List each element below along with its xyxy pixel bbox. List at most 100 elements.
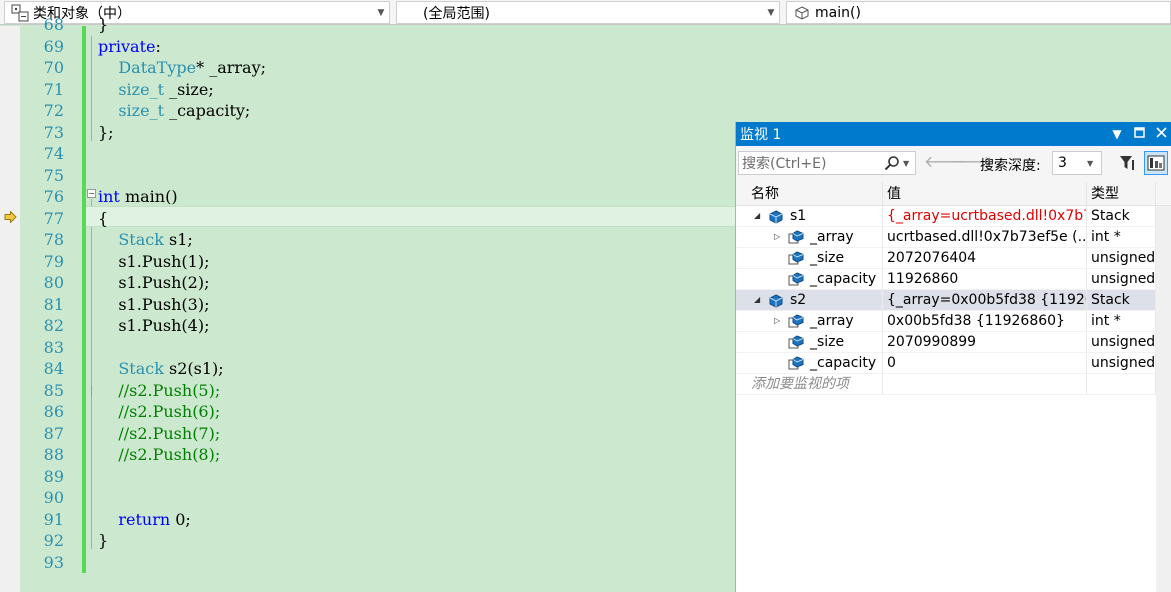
watch-cell-name[interactable]: ◢ s2 <box>736 290 883 311</box>
chevron-down-icon[interactable]: ▼ <box>763 8 779 18</box>
code-token: s1.Push(2); <box>98 273 210 292</box>
code-line[interactable]: int main() <box>98 186 178 208</box>
line-number: 85 <box>43 380 64 400</box>
watch-row[interactable]: ◢ s1 {_array=ucrtbased.dll!0x7b73ef5e {...… <box>736 206 1156 227</box>
line-number: 76 <box>43 187 64 206</box>
watch-cell-name[interactable]: _size <box>736 332 883 353</box>
line-number: 80 <box>43 273 64 292</box>
code-line[interactable]: s1.Push(2); <box>98 272 209 294</box>
watch-cell-value[interactable]: ucrtbased.dll!0x7b73ef5e (... <box>883 227 1087 248</box>
code-line[interactable]: s1.Push(3); <box>98 294 209 316</box>
add-watch-row[interactable]: 添加要监视的项 <box>736 374 1156 395</box>
watch-name-label: _capacity <box>810 271 877 287</box>
watch-row[interactable]: _capacity 0unsigned int <box>736 353 1156 374</box>
watch-row[interactable]: _size 2070990899unsigned int <box>736 332 1156 353</box>
watch-cell-name[interactable]: _capacity <box>736 353 883 374</box>
code-token: s1.Push(1); <box>98 251 210 271</box>
add-watch-placeholder[interactable]: 添加要监视的项 <box>736 374 883 395</box>
hexadecimal-display-button[interactable] <box>1144 151 1168 175</box>
code-line[interactable]: }; <box>98 122 114 144</box>
code-line[interactable]: return 0; <box>98 509 190 531</box>
watch-cell-value[interactable]: 2070990899 <box>883 332 1087 353</box>
watch-row[interactable]: ▷ _array 0x00b5fd38 {11926860} int * <box>736 311 1156 332</box>
watch-cell-type <box>1087 374 1156 395</box>
chevron-down-icon[interactable]: ▼ <box>1087 159 1101 168</box>
watch-row[interactable]: ▷ _array ucrtbased.dll!0x7b73ef5e (... int … <box>736 227 1156 248</box>
code-line[interactable]: s1.Push(4); <box>98 315 209 337</box>
code-token: int <box>98 187 120 206</box>
code-token: Stack <box>118 359 164 378</box>
code-line[interactable]: } <box>98 14 108 36</box>
code-token: } <box>98 15 109 34</box>
code-line[interactable]: { <box>98 208 108 230</box>
watch-row[interactable]: _size 2072076404unsigned int <box>736 248 1156 269</box>
watch-cell-value[interactable]: 0 <box>883 353 1087 374</box>
watch-search-placeholder: 搜索(Ctrl+E) <box>742 156 827 172</box>
watch-cell-value[interactable]: {_array=0x00b5fd38 {11926860} ...} <box>883 290 1087 311</box>
maximize-icon[interactable] <box>1128 127 1150 141</box>
code-line[interactable]: } <box>98 530 108 552</box>
line-number: 81 <box>43 294 64 314</box>
close-icon[interactable] <box>1150 127 1171 141</box>
search-depth-combo[interactable]: 3 ▼ <box>1052 151 1102 175</box>
code-line[interactable]: Stack s1; <box>98 229 192 251</box>
column-header-name[interactable]: 名称 <box>747 182 883 206</box>
line-number: 82 <box>43 316 64 335</box>
watch-cell-value[interactable]: 2072076404 <box>883 248 1087 269</box>
watch-name-label: _array <box>810 313 854 329</box>
code-line[interactable]: private: <box>98 36 161 58</box>
watch-vertical-scrollbar[interactable] <box>1156 206 1171 592</box>
watch-title-bar[interactable]: 监视 1 ▼ <box>736 122 1171 146</box>
column-header-value[interactable]: 值 <box>883 182 1087 206</box>
watch-cell-value[interactable]: 0x00b5fd38 {11926860} <box>883 311 1087 332</box>
code-line[interactable]: size_t _size; <box>98 79 213 101</box>
code-line[interactable]: //s2.Push(6); <box>98 401 220 423</box>
expand-arrow-icon[interactable]: ▷ <box>774 232 780 242</box>
watch-cell-name[interactable]: ▷ _array <box>736 311 883 332</box>
watch-cell-name[interactable]: _capacity <box>736 269 883 290</box>
watch-cell-name[interactable]: _size <box>736 248 883 269</box>
line-number: 90 <box>43 488 64 507</box>
indicator-margin[interactable] <box>0 26 20 592</box>
code-line[interactable]: //s2.Push(5); <box>98 380 220 402</box>
search-icon[interactable] <box>881 155 903 171</box>
code-line[interactable]: DataType* _array; <box>98 57 266 79</box>
code-token: * _array; <box>196 58 266 77</box>
column-header-type[interactable]: 类型 <box>1087 182 1156 206</box>
watch-cell-value[interactable]: 11926860 <box>883 269 1087 290</box>
code-line[interactable]: //s2.Push(8); <box>98 444 220 466</box>
code-token: s2(s1); <box>163 359 224 378</box>
window-menu-dropdown-icon[interactable]: ▼ <box>1106 127 1128 141</box>
expand-arrow-icon[interactable]: ▷ <box>774 316 780 326</box>
chevron-down-icon[interactable]: ▼ <box>373 8 389 18</box>
navigation-bar: 类和对象（中） ▼ (全局范围) ▼ main() <box>0 0 1171 25</box>
chevron-down-icon[interactable]: ▼ <box>903 159 915 168</box>
watch-cell-name[interactable]: ◢ s1 <box>736 206 883 227</box>
watch-cell-value[interactable]: {_array=ucrtbased.dll!0x7b73ef5e {...} _… <box>883 206 1087 227</box>
outline-fold-line <box>91 386 92 396</box>
watch-cell-name[interactable]: ▷ _array <box>736 227 883 248</box>
line-number: 73 <box>43 122 64 142</box>
collapse-arrow-icon[interactable]: ◢ <box>754 211 760 221</box>
code-line[interactable]: s1.Push(1); <box>98 251 209 273</box>
code-line[interactable]: size_t _capacity; <box>98 100 250 122</box>
filter-pin-button[interactable] <box>1116 151 1140 175</box>
function-combo-label: main() <box>815 4 861 21</box>
code-token: private <box>98 36 156 56</box>
code-token: //s2.Push(8); <box>118 445 221 464</box>
collapse-toggle-icon[interactable]: − <box>87 189 96 198</box>
watch-row[interactable]: _capacity 11926860unsigned int <box>736 269 1156 290</box>
watch-row[interactable]: ◢ s2 {_array=0x00b5fd38 {11926860} ...}Sta… <box>736 290 1156 311</box>
function-combo[interactable]: main() <box>786 1 1171 24</box>
collapse-arrow-icon[interactable]: ◢ <box>754 295 760 305</box>
code-line[interactable]: //s2.Push(7); <box>98 423 220 445</box>
line-number: 86 <box>43 402 64 421</box>
watch-search-box[interactable]: 搜索(Ctrl+E) ▼ <box>738 151 916 175</box>
code-line[interactable]: Stack s2(s1); <box>98 358 224 380</box>
code-token: //s2.Push(7); <box>118 423 221 443</box>
scope-combo[interactable]: (全局范围) ▼ <box>396 1 780 24</box>
code-token: size_t <box>118 79 164 99</box>
watch-title: 监视 1 <box>740 127 782 143</box>
